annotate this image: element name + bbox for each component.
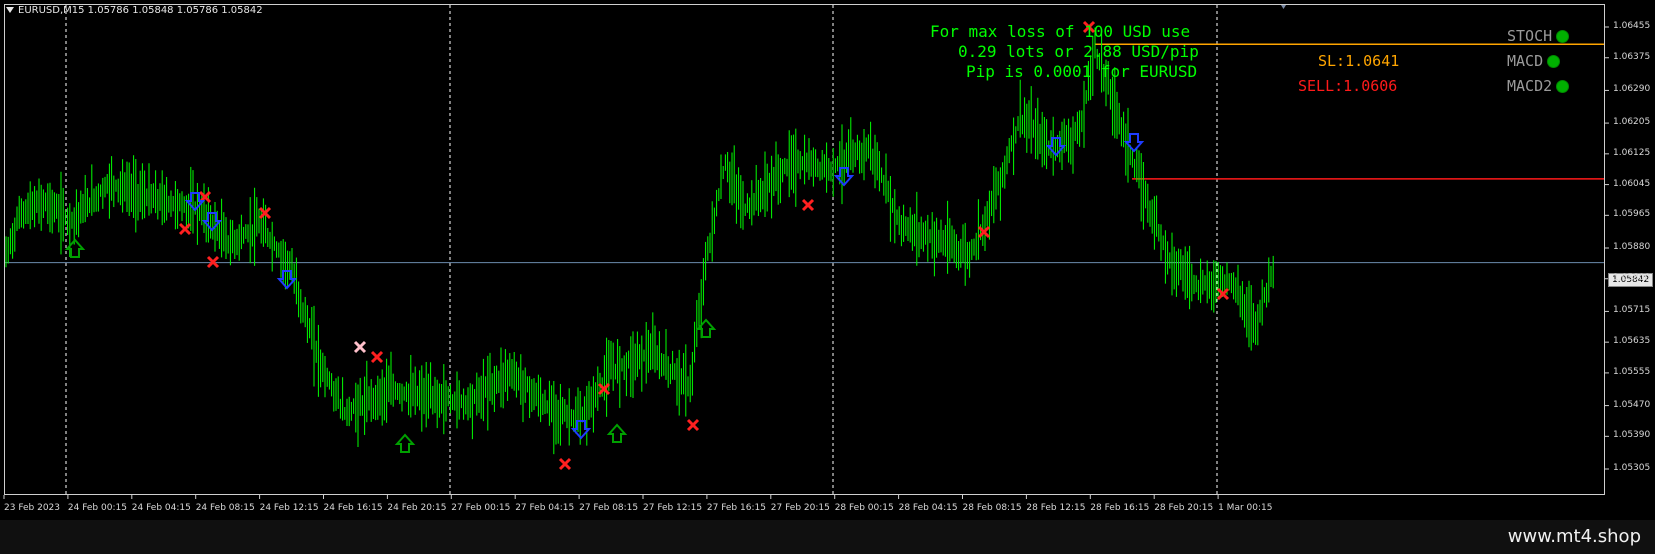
candles-group <box>5 27 1274 455</box>
x-tick-label: 23 Feb 2023 <box>4 503 61 513</box>
x-tick-label: 24 Feb 20:15 <box>387 503 447 513</box>
signal-cross-icon <box>353 340 367 354</box>
x-tick-label: 27 Feb 20:15 <box>770 503 830 513</box>
indicator-stoch: STOCH <box>1507 27 1570 45</box>
x-tick-label: 28 Feb 12:15 <box>1026 503 1086 513</box>
buy-arrow-icon <box>394 433 416 453</box>
up-arrow-circle-icon <box>1556 30 1570 43</box>
y-tick-label: 1.06455 <box>1613 21 1651 31</box>
x-tick-label: 27 Feb 04:15 <box>515 503 575 513</box>
symbol-line: EURUSD,M15 1.05786 1.05848 1.05786 1.058… <box>18 5 263 16</box>
x-tick-label: 24 Feb 12:15 <box>259 503 319 513</box>
indicator-macd2: MACD2 <box>1507 77 1570 95</box>
signal-cross-icon <box>370 350 384 364</box>
y-tick-label: 1.06375 <box>1613 51 1651 62</box>
signal-cross-icon <box>558 457 572 471</box>
sell-label: SELL:1.0606 <box>1298 77 1398 95</box>
signal-cross-icon <box>178 222 192 236</box>
risk-info-line-1: For max loss of 100 USD use <box>930 22 1191 41</box>
x-tick-label: 27 Feb 12:15 <box>643 503 703 513</box>
y-tick-label: 1.05390 <box>1613 430 1651 441</box>
footer-bar: www.mt4.shop <box>0 520 1655 554</box>
price-chart[interactable]: EURUSD,M15 1.05786 1.05848 1.05786 1.058… <box>0 0 1655 520</box>
y-tick-label: 1.05880 <box>1613 242 1651 252</box>
up-arrow-circle-icon <box>1556 80 1570 93</box>
x-tick-label: 28 Feb 20:15 <box>1154 503 1214 513</box>
signal-cross-icon <box>801 198 815 212</box>
chart-symbol-header: EURUSD,M15 1.05786 1.05848 1.05786 1.058… <box>6 5 263 16</box>
x-tick-label: 24 Feb 16:15 <box>323 503 383 513</box>
signal-cross-icon <box>206 255 220 269</box>
x-tick-label: 28 Feb 04:15 <box>898 503 958 513</box>
risk-info-line-3: Pip is 0.0001 for EURUSD <box>966 62 1198 81</box>
y-tick-label: 1.05555 <box>1613 366 1651 377</box>
y-tick-label: 1.05635 <box>1613 336 1651 347</box>
x-tick-label: 24 Feb 08:15 <box>195 503 255 513</box>
x-tick-label: 28 Feb 16:15 <box>1090 503 1150 513</box>
y-tick-label: 1.06290 <box>1613 84 1651 95</box>
y-tick-label: 1.05715 <box>1613 305 1651 316</box>
y-tick-label: 1.06125 <box>1613 147 1651 158</box>
y-tick-label: 1.05305 <box>1613 463 1651 473</box>
y-tick-label: 1.05800 <box>1613 272 1651 283</box>
x-tick-label: 28 Feb 00:15 <box>834 503 894 513</box>
buy-arrow-icon <box>695 318 717 338</box>
signal-cross-icon <box>686 418 700 432</box>
y-tick-label: 1.06205 <box>1613 117 1651 128</box>
buy-arrow-icon <box>606 423 628 443</box>
x-tick-label: 1 Mar 00:15 <box>1218 503 1273 513</box>
window-marker-icon <box>1281 5 1286 9</box>
y-tick-label: 1.05470 <box>1613 399 1651 410</box>
x-tick-label: 27 Feb 00:15 <box>451 503 511 513</box>
x-tick-label: 24 Feb 04:15 <box>131 503 191 513</box>
x-tick-label: 27 Feb 08:15 <box>579 503 639 513</box>
risk-info-line-2: 0.29 lots or 2.88 USD/pip <box>958 42 1199 61</box>
up-arrow-circle-icon <box>1547 55 1561 68</box>
y-tick-label: 1.06045 <box>1613 178 1651 189</box>
site-watermark: www.mt4.shop <box>1507 526 1641 547</box>
chart-canvas[interactable] <box>0 0 1655 520</box>
indicator-macd: MACD <box>1507 52 1561 70</box>
dropdown-triangle-icon[interactable] <box>6 7 14 13</box>
y-tick-label: 1.05965 <box>1613 209 1651 220</box>
stop-loss-label: SL:1.0641 <box>1318 52 1400 70</box>
x-tick-label: 28 Feb 08:15 <box>962 503 1022 513</box>
x-tick-label: 27 Feb 16:15 <box>706 503 766 513</box>
x-tick-label: 24 Feb 00:15 <box>67 503 127 513</box>
